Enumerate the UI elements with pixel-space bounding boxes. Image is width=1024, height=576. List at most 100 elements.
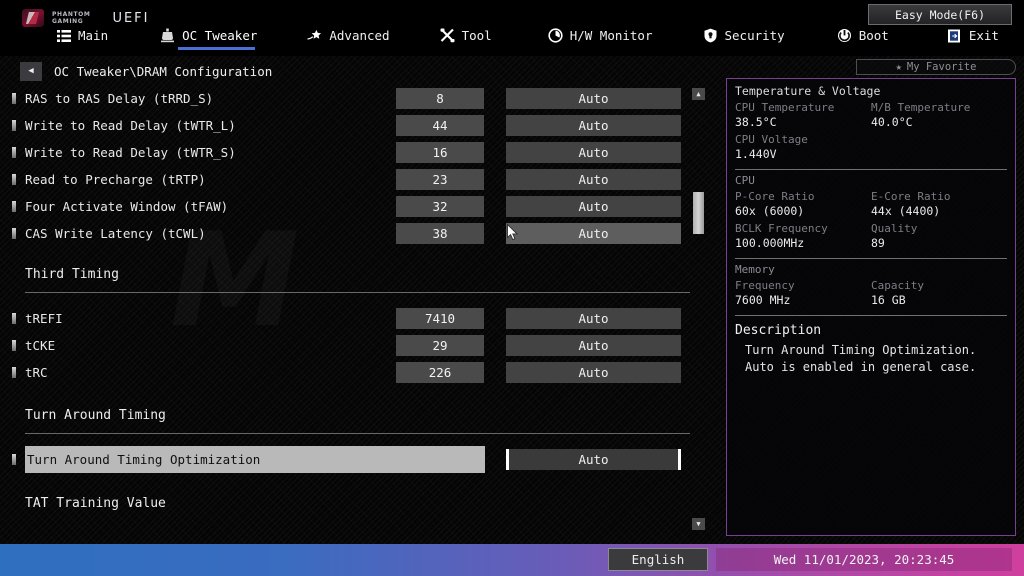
- list-scrollbar[interactable]: ▲ ▼: [691, 88, 707, 530]
- row-option-select[interactable]: Auto: [506, 88, 681, 109]
- language-selector[interactable]: English: [608, 548, 708, 571]
- row-value-field[interactable]: 16: [396, 142, 484, 163]
- star-icon: ★: [895, 61, 902, 73]
- row-option-select[interactable]: Auto: [506, 196, 681, 217]
- memory-frequency-value: 7600 MHz: [735, 293, 791, 307]
- bullet-icon: [12, 228, 16, 239]
- tab-advanced[interactable]: Advanced: [307, 28, 390, 50]
- panel-memory-row: Frequency 7600 MHz Capacity 16 GB: [735, 278, 1007, 308]
- tab-exit[interactable]: Exit: [947, 28, 999, 50]
- cpu-temperature-label: CPU Temperature: [735, 101, 835, 114]
- row-label: Four Activate Window (tFAW): [25, 199, 229, 214]
- oc-tweaker-icon: [160, 28, 175, 43]
- table-row[interactable]: RAS to RAS Delay (tRRD_S) 8 Auto: [0, 85, 690, 112]
- table-row[interactable]: Read to Precharge (tRTP) 23 Auto: [0, 166, 690, 193]
- datetime-display: Wed 11/01/2023, 20:23:45: [716, 548, 1012, 571]
- table-row[interactable]: Four Activate Window (tFAW) 32 Auto: [0, 193, 690, 220]
- row-value-field[interactable]: 8: [396, 88, 484, 109]
- row-option-select[interactable]: Auto: [506, 169, 681, 190]
- brand-text: PHANTOM GAMING: [52, 11, 90, 25]
- scroll-up-icon[interactable]: ▲: [692, 88, 705, 100]
- gauge-icon: [548, 28, 563, 43]
- tab-main[interactable]: Main: [56, 28, 108, 50]
- tab-oc-tweaker[interactable]: OC Tweaker: [160, 28, 257, 50]
- row-label: Turn Around Timing Optimization: [25, 446, 485, 473]
- section-title: Third Timing: [25, 267, 119, 282]
- description-title: Description: [735, 323, 822, 338]
- panel-divider: [735, 315, 1007, 316]
- bullet-icon: [12, 340, 16, 351]
- row-label: tRC: [25, 365, 48, 380]
- section-divider: [25, 292, 690, 293]
- panel-temp-row: CPU Temperature 38.5°C M/B Temperature 4…: [735, 100, 1007, 130]
- bullet-icon: [12, 93, 16, 104]
- cpu-temperature-value: 38.5°C: [735, 115, 777, 129]
- memory-frequency-label: Frequency: [735, 279, 795, 292]
- memory-capacity-label: Capacity: [871, 279, 924, 292]
- header-bar: PHANTOM GAMING UEFI Main OC Tweaker Adva…: [0, 0, 1024, 56]
- tab-advanced-label: Advanced: [329, 28, 390, 43]
- row-value-field[interactable]: 32: [396, 196, 484, 217]
- scroll-down-icon[interactable]: ▼: [692, 518, 705, 530]
- breadcrumb: ◀ OC Tweaker\DRAM Configuration: [0, 58, 720, 84]
- bullet-icon: [12, 201, 16, 212]
- bullet-icon: [12, 313, 16, 324]
- exit-door-icon: [947, 28, 962, 43]
- panel-bclk: BCLK Frequency 100.000MHz: [735, 221, 871, 251]
- easy-mode-button[interactable]: Easy Mode(F6): [868, 4, 1012, 25]
- row-option-select[interactable]: Auto: [506, 115, 681, 136]
- row-value-field[interactable]: 29: [396, 335, 484, 356]
- memory-capacity-value: 16 GB: [871, 293, 906, 307]
- row-option-select[interactable]: Auto: [506, 142, 681, 163]
- table-row[interactable]: tREFI 7410 Auto: [0, 305, 690, 332]
- table-row[interactable]: Write to Read Delay (tWTR_L) 44 Auto: [0, 112, 690, 139]
- uefi-label: UEFI: [112, 10, 150, 26]
- my-favorite-button[interactable]: ★ My Favorite: [856, 59, 1016, 75]
- row-option-select[interactable]: Auto: [506, 449, 681, 470]
- row-label: Read to Precharge (tRTP): [25, 172, 206, 187]
- brand-logo: PHANTOM GAMING UEFI: [22, 9, 150, 27]
- row-value-field[interactable]: 38: [396, 223, 484, 244]
- footer-bar: English Wed 11/01/2023, 20:23:45: [0, 544, 1024, 576]
- panel-bclk-row: BCLK Frequency 100.000MHz Quality 89: [735, 221, 1007, 251]
- scrollbar-thumb[interactable]: [693, 192, 704, 234]
- row-value-field[interactable]: 44: [396, 115, 484, 136]
- panel-ecore: E-Core Ratio 44x (4400): [871, 189, 1007, 219]
- row-value-field[interactable]: 226: [396, 362, 484, 383]
- table-row[interactable]: tRC 226 Auto: [0, 359, 690, 386]
- tab-main-label: Main: [78, 28, 109, 43]
- tab-security-label: Security: [724, 28, 785, 43]
- row-value-field[interactable]: 23: [396, 169, 484, 190]
- bullet-icon: [12, 454, 16, 465]
- tab-security[interactable]: Security: [703, 28, 785, 50]
- tab-boot[interactable]: Boot: [837, 28, 889, 50]
- table-row-selected[interactable]: Turn Around Timing Optimization Auto: [0, 446, 690, 473]
- shield-icon: [703, 28, 718, 43]
- tab-tool[interactable]: Tool: [440, 28, 492, 50]
- tab-hw-monitor[interactable]: H/W Monitor: [548, 28, 653, 50]
- row-value-field[interactable]: 7410: [396, 308, 484, 329]
- row-option-select[interactable]: Auto: [506, 362, 681, 383]
- row-label: CAS Write Latency (tCWL): [25, 226, 206, 241]
- panel-pcore: P-Core Ratio 60x (6000): [735, 189, 871, 219]
- panel-core-ratio-row: P-Core Ratio 60x (6000) E-Core Ratio 44x…: [735, 189, 1007, 219]
- section-title: Turn Around Timing: [25, 408, 166, 423]
- description-line-1: Turn Around Timing Optimization.: [745, 343, 977, 357]
- mb-temperature-value: 40.0°C: [871, 115, 913, 129]
- back-arrow-icon[interactable]: ◀: [20, 61, 42, 81]
- table-row[interactable]: tCKE 29 Auto: [0, 332, 690, 359]
- bclk-frequency-value: 100.000MHz: [735, 236, 805, 250]
- row-option-select[interactable]: Auto: [506, 223, 681, 244]
- description-line-2: Auto is enabled in general case.: [745, 360, 977, 374]
- section-divider: [25, 433, 690, 434]
- table-row[interactable]: CAS Write Latency (tCWL) 38 Auto: [0, 220, 690, 247]
- tab-hw-monitor-label: H/W Monitor: [569, 28, 653, 43]
- row-option-select[interactable]: Auto: [506, 335, 681, 356]
- row-option-select[interactable]: Auto: [506, 308, 681, 329]
- row-label: Write to Read Delay (tWTR_S): [25, 145, 236, 160]
- panel-mem-frequency: Frequency 7600 MHz: [735, 278, 871, 308]
- power-icon: [837, 28, 852, 43]
- cpu-voltage-label: CPU Voltage: [735, 133, 808, 146]
- table-row[interactable]: Write to Read Delay (tWTR_S) 16 Auto: [0, 139, 690, 166]
- bios-screen: M PHANTOM GAMING UEFI Main: [0, 0, 1024, 576]
